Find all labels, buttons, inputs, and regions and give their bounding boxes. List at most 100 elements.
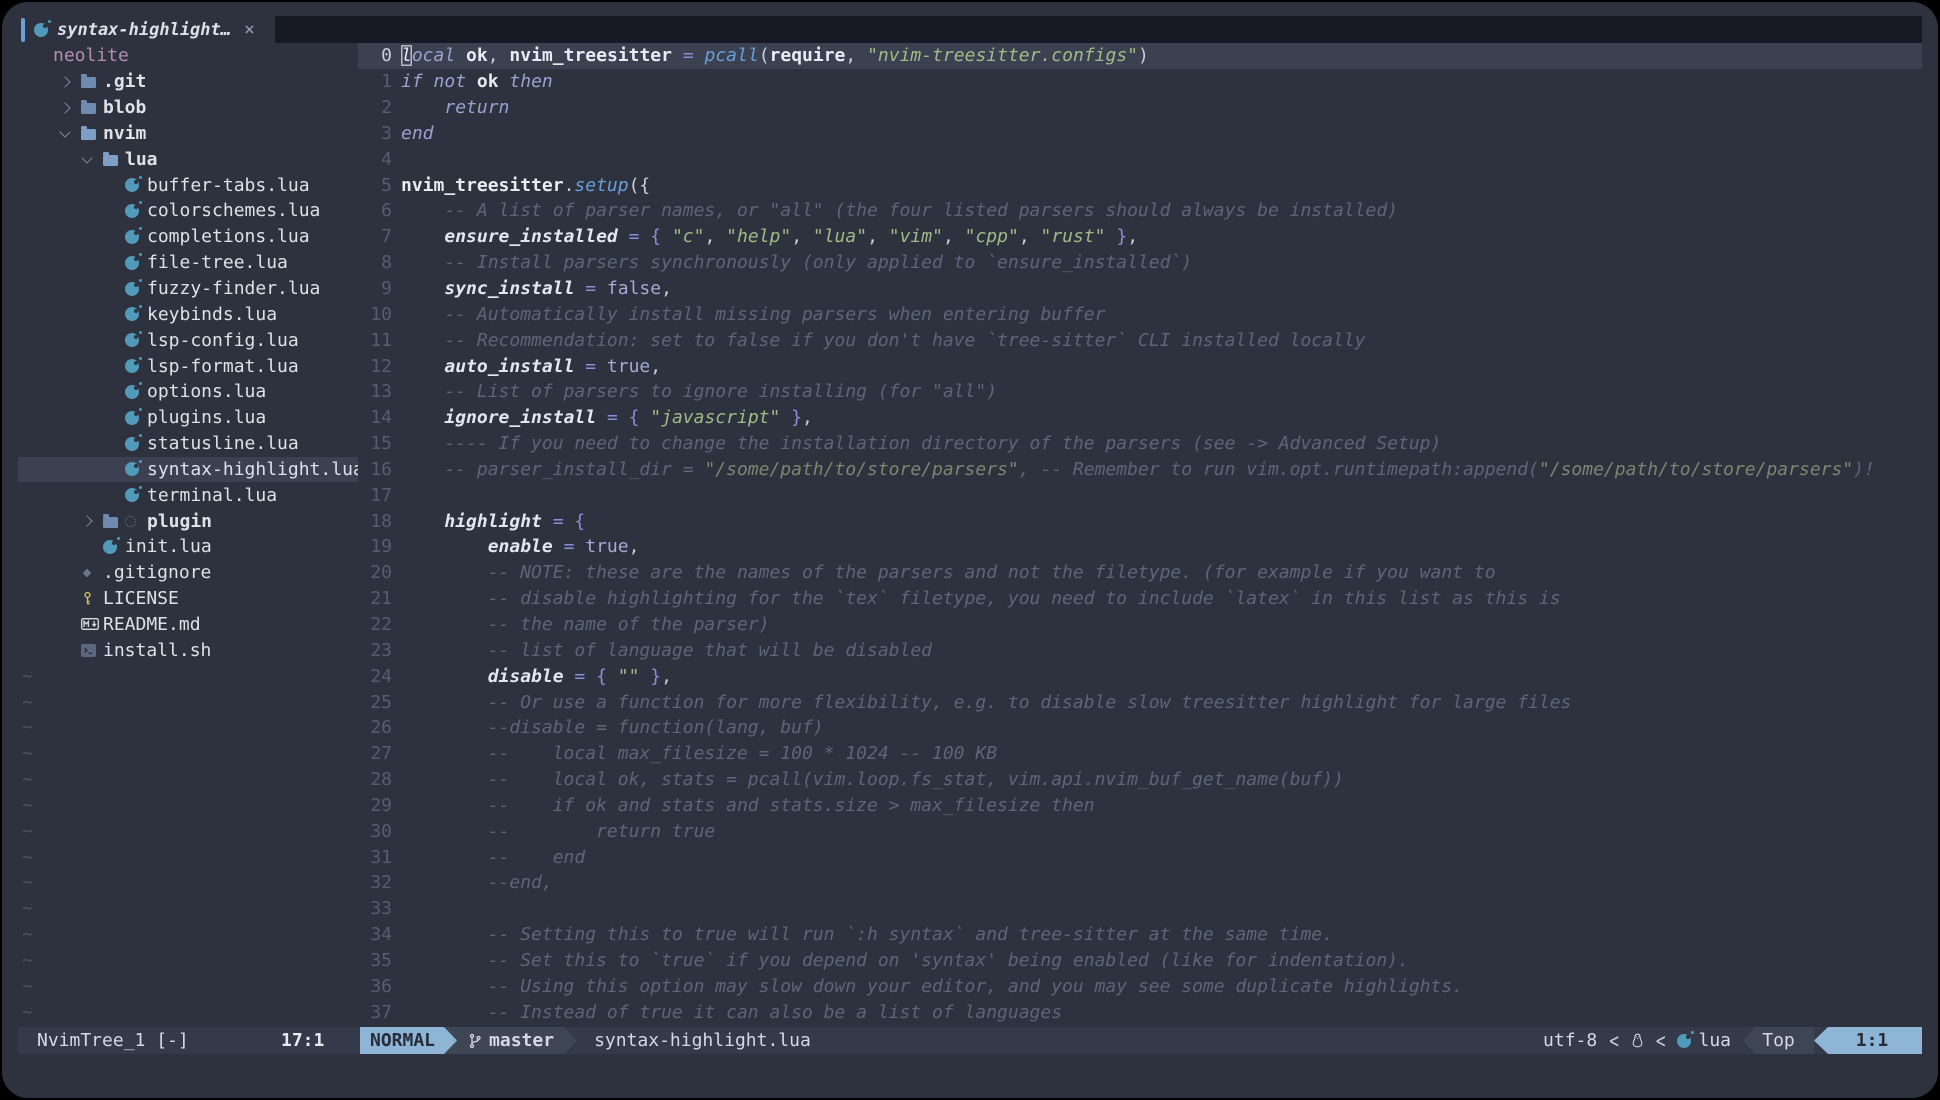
code-line[interactable]: 10 -- Automatically install missing pars… <box>358 301 1922 327</box>
code-line[interactable]: 9 sync_install = false, <box>358 276 1922 302</box>
code-line[interactable]: 1if not ok then <box>358 69 1922 95</box>
lua-file-icon <box>125 488 147 502</box>
code-line[interactable]: 3end <box>358 121 1922 147</box>
tree-item-neolite[interactable]: neolite <box>18 43 358 69</box>
tree-item-terminal.lua[interactable]: terminal.lua <box>18 482 358 508</box>
line-number: 12 <box>358 356 392 377</box>
code-text: --end, <box>392 872 553 893</box>
tree-item-.gitignore[interactable]: .gitignore <box>18 560 358 586</box>
tab-syntax-highlight[interactable]: syntax-highlight… × <box>18 16 275 43</box>
tree-item-statusline.lua[interactable]: statusline.lua <box>18 431 358 457</box>
tree-item-label: .git <box>103 71 146 92</box>
gitignore-file-icon <box>81 567 103 579</box>
code-line[interactable]: 4 <box>358 146 1922 172</box>
lua-file-icon <box>125 256 147 270</box>
tree-item-plugins.lua[interactable]: plugins.lua <box>18 405 358 431</box>
tree-item-lua[interactable]: lua <box>18 146 358 172</box>
line-number: 20 <box>358 562 392 583</box>
code-line[interactable]: 20 -- NOTE: these are the names of the p… <box>358 560 1922 586</box>
tree-item-label: fuzzy-finder.lua <box>147 278 320 299</box>
code-line[interactable]: 26 --disable = function(lang, buf) <box>358 715 1922 741</box>
tree-item-license[interactable]: LICENSE <box>18 586 358 612</box>
code-text: -- Automatically install missing parsers… <box>392 304 1105 325</box>
tree-item-label: buffer-tabs.lua <box>147 175 310 196</box>
code-line[interactable]: 30 -- return true <box>358 818 1922 844</box>
code-line[interactable]: 8 -- Install parsers synchronously (only… <box>358 250 1922 276</box>
code-line[interactable]: 31 -- end <box>358 844 1922 870</box>
tree-item-buffer-tabs.lua[interactable]: buffer-tabs.lua <box>18 172 358 198</box>
code-line[interactable]: 35 -- Set this to `true` if you depend o… <box>358 948 1922 974</box>
lua-file-icon <box>125 307 147 321</box>
code-text: local ok, nvim_treesitter = pcall(requir… <box>392 45 1149 66</box>
tree-item-completions.lua[interactable]: completions.lua <box>18 224 358 250</box>
lua-file-icon <box>125 230 147 244</box>
code-line[interactable]: 22 -- the name of the parser) <box>358 612 1922 638</box>
code-line[interactable]: 24 disable = { "" }, <box>358 663 1922 689</box>
tree-item-readme.md[interactable]: README.md <box>18 612 358 638</box>
tree-item-.git[interactable]: .git <box>18 69 358 95</box>
code-line[interactable]: 6 -- A list of parser names, or "all" (t… <box>358 198 1922 224</box>
code-text: -- Set this to `true` if you depend on '… <box>392 950 1409 971</box>
markdown-file-icon <box>81 618 103 630</box>
code-text: -- Using this option may slow down your … <box>392 976 1463 997</box>
code-line[interactable]: 19 enable = true, <box>358 534 1922 560</box>
code-line-cursor[interactable]: 0local ok, nvim_treesitter = pcall(requi… <box>358 43 1922 69</box>
line-number: 29 <box>358 795 392 816</box>
tree-item-fuzzy-finder.lua[interactable]: fuzzy-finder.lua <box>18 276 358 302</box>
line-number: 5 <box>358 175 392 196</box>
line-number: 33 <box>358 898 392 919</box>
lua-file-icon <box>125 282 147 296</box>
lua-file-icon <box>103 540 125 554</box>
empty-line-tilde: ~ <box>18 818 358 844</box>
code-line[interactable]: 15 ---- If you need to change the instal… <box>358 431 1922 457</box>
line-number: 6 <box>358 200 392 221</box>
tree-item-colorschemes.lua[interactable]: colorschemes.lua <box>18 198 358 224</box>
code-line[interactable]: 18 highlight = { <box>358 508 1922 534</box>
code-line[interactable]: 17 <box>358 482 1922 508</box>
tree-item-keybinds.lua[interactable]: keybinds.lua <box>18 301 358 327</box>
code-text: -- Install parsers synchronously (only a… <box>392 252 1192 273</box>
tree-item-lsp-format.lua[interactable]: lsp-format.lua <box>18 353 358 379</box>
tree-item-label: .gitignore <box>103 562 211 583</box>
tree-item-options.lua[interactable]: options.lua <box>18 379 358 405</box>
tree-item-file-tree.lua[interactable]: file-tree.lua <box>18 250 358 276</box>
code-line[interactable]: 25 -- Or use a function for more flexibi… <box>358 689 1922 715</box>
tree-item-blob[interactable]: blob <box>18 95 358 121</box>
code-line[interactable]: 34 -- Setting this to true will run `:h … <box>358 922 1922 948</box>
tree-item-label: options.lua <box>147 381 266 402</box>
code-line[interactable]: 16 -- parser_install_dir = "/some/path/t… <box>358 457 1922 483</box>
tree-item-init.lua[interactable]: init.lua <box>18 534 358 560</box>
code-line[interactable]: 2 return <box>358 95 1922 121</box>
tree-item-plugin[interactable]: plugin <box>18 508 358 534</box>
code-text: -- A list of parser names, or "all" (the… <box>392 200 1398 221</box>
code-text: -- Or use a function for more flexibilit… <box>392 692 1571 713</box>
code-line[interactable]: 29 -- if ok and stats and stats.size > m… <box>358 792 1922 818</box>
scroll-indicator: Top <box>1743 1027 1814 1054</box>
code-line[interactable]: 27 -- local max_filesize = 100 * 1024 --… <box>358 741 1922 767</box>
tree-item-lsp-config.lua[interactable]: lsp-config.lua <box>18 327 358 353</box>
code-line[interactable]: 23 -- list of language that will be disa… <box>358 637 1922 663</box>
code-line[interactable]: 7 ensure_installed = { "c", "help", "lua… <box>358 224 1922 250</box>
code-text: nvim_treesitter.setup({ <box>392 175 650 196</box>
code-line[interactable]: 37 -- Instead of true it can also be a l… <box>358 999 1922 1024</box>
code-line[interactable]: 32 --end, <box>358 870 1922 896</box>
code-line[interactable]: 13 -- List of parsers to ignore installi… <box>358 379 1922 405</box>
dotted-circle-icon <box>125 516 147 527</box>
linux-penguin-icon <box>1631 1027 1644 1054</box>
code-line[interactable]: 5nvim_treesitter.setup({ <box>358 172 1922 198</box>
tree-item-syntax-highlight.lua[interactable]: syntax-highlight.lua <box>18 457 358 483</box>
code-line[interactable]: 12 auto_install = true, <box>358 353 1922 379</box>
code-line[interactable]: 33 <box>358 896 1922 922</box>
close-icon[interactable]: × <box>244 19 255 40</box>
code-line[interactable]: 36 -- Using this option may slow down yo… <box>358 973 1922 999</box>
code-text: -- return true <box>392 821 715 842</box>
code-line[interactable]: 11 -- Recommendation: set to false if yo… <box>358 327 1922 353</box>
code-line[interactable]: 14 ignore_install = { "javascript" }, <box>358 405 1922 431</box>
code-line[interactable]: 21 -- disable highlighting for the `tex`… <box>358 586 1922 612</box>
code-line[interactable]: 28 -- local ok, stats = pcall(vim.loop.f… <box>358 767 1922 793</box>
tree-item-install.sh[interactable]: install.sh <box>18 637 358 663</box>
editor[interactable]: 0local ok, nvim_treesitter = pcall(requi… <box>358 43 1922 1024</box>
neovim-window: syntax-highlight… × neolite.gitblobnviml… <box>2 2 1938 1098</box>
chevron-right-icon <box>59 104 81 112</box>
tree-item-nvim[interactable]: nvim <box>18 121 358 147</box>
